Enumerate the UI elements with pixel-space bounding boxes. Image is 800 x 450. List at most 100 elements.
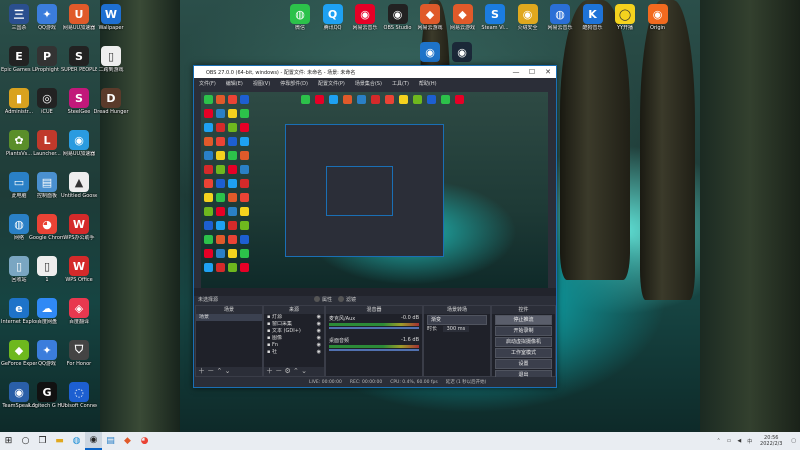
duration-input[interactable]: 300 ms: [442, 326, 470, 332]
control-button[interactable]: 停止推流: [495, 315, 552, 325]
properties-button[interactable]: 属性: [322, 296, 332, 303]
control-button[interactable]: 启动虚拟摄像机: [495, 337, 552, 347]
down-arrow-icon[interactable]: ⌄: [301, 367, 307, 375]
menu-item[interactable]: 停靠部件(D): [275, 80, 313, 87]
menu-item[interactable]: 工具(T): [387, 80, 414, 87]
desktop-icon[interactable]: ◍ 微信: [282, 4, 318, 31]
desktop-icon[interactable]: ◆ 网易云游戏: [445, 4, 481, 31]
minimize-icon[interactable]: —: [508, 68, 524, 76]
control-button[interactable]: 开始录制: [495, 326, 552, 336]
desktop-icon[interactable]: W WPS办公助手: [61, 214, 97, 241]
notification-icon[interactable]: ▢: [791, 438, 796, 444]
maximize-icon[interactable]: ☐: [524, 68, 540, 76]
visibility-eye-icon[interactable]: ◉: [317, 314, 324, 321]
ime-icon[interactable]: 中: [747, 438, 752, 445]
source-item[interactable]: ▪ 图像 ◉: [264, 335, 324, 342]
desktop-icon[interactable]: SSUPER PEOPLE CBT: [61, 46, 97, 73]
desktop-icon[interactable]: W Wallpaper: [93, 4, 129, 31]
menu-item[interactable]: 编辑(E): [221, 80, 248, 87]
desktop-icon[interactable]: S SteelGee: [61, 88, 97, 115]
close-icon[interactable]: ✕: [540, 68, 556, 76]
desktop-icon[interactable]: ⛉ For Honor: [61, 340, 97, 367]
desktop-icon[interactable]: L Launcher...: [29, 130, 65, 157]
source-item[interactable]: ▪ 灯源 ◉: [264, 314, 324, 321]
desktop-icon[interactable]: ☁ 百度网盘: [29, 298, 65, 325]
source-item[interactable]: ▪ 窗口采集 ◉: [264, 321, 324, 328]
up-arrow-icon[interactable]: ⌃: [293, 367, 299, 375]
desktop-icon[interactable]: ▯ 1: [29, 256, 65, 283]
control-button[interactable]: 设置: [495, 359, 552, 369]
task-view-icon[interactable]: ❐: [34, 432, 51, 450]
desktop-icon[interactable]: ◯ YY开播: [607, 4, 643, 31]
remove-icon[interactable]: －: [275, 367, 282, 375]
desktop-icon[interactable]: D Dread Hunger: [93, 88, 129, 115]
edge-icon[interactable]: ◍: [68, 432, 85, 450]
desktop-icon[interactable]: G Logitech G HUB: [29, 382, 65, 409]
search-icon[interactable]: ○: [17, 432, 34, 450]
remove-icon[interactable]: －: [207, 367, 214, 375]
clock[interactable]: 20:56 2022/2/3: [755, 435, 787, 447]
desktop-icon[interactable]: Q 腾讯QQ: [315, 4, 351, 31]
desktop-icon[interactable]: ◉ 火绒安全: [510, 4, 546, 31]
add-icon[interactable]: ＋: [198, 367, 205, 375]
file-icon[interactable]: ▤: [102, 432, 119, 450]
desktop-icon[interactable]: ◉ 网易UU加速器: [61, 130, 97, 157]
filters-button[interactable]: 滤镜: [346, 296, 356, 303]
desktop-icon[interactable]: ◉: [444, 42, 480, 63]
desktop-icon[interactable]: ◈ 百度翻译: [61, 298, 97, 325]
desktop-icon[interactable]: ◍ 网易云音乐: [542, 4, 578, 31]
scene-item[interactable]: 场景: [196, 314, 262, 321]
file-explorer-icon[interactable]: ▬: [51, 432, 68, 450]
desktop-icon[interactable]: S Steam Vi...: [477, 4, 513, 31]
visibility-eye-icon[interactable]: ◉: [317, 349, 324, 356]
visibility-eye-icon[interactable]: ◉: [317, 335, 324, 342]
obs-taskbar-icon[interactable]: ◉: [85, 432, 102, 450]
desktop-icon[interactable]: U 网易UU加速器: [61, 4, 97, 31]
visibility-eye-icon[interactable]: ◉: [317, 321, 324, 328]
obs-preview[interactable]: [201, 92, 548, 288]
visibility-eye-icon[interactable]: ◉: [317, 328, 324, 335]
filter-icon[interactable]: [338, 296, 345, 302]
transition-select[interactable]: 渐变: [427, 315, 487, 325]
desktop-icon[interactable]: ◕ Google Chrome: [29, 214, 65, 241]
gear-icon[interactable]: [314, 296, 320, 302]
gear-icon[interactable]: ⚙: [284, 367, 290, 375]
game-icon[interactable]: ◆: [119, 432, 136, 450]
up-arrow-icon[interactable]: ⌃: [216, 367, 222, 375]
desktop-icon[interactable]: ✦ QQ游戏: [29, 340, 65, 367]
down-arrow-icon[interactable]: ⌄: [225, 367, 231, 375]
desktop-icon[interactable]: ◉ Origin: [640, 4, 676, 31]
menu-item[interactable]: 帮助(H): [414, 80, 442, 87]
menu-item[interactable]: 场景集合(S): [350, 80, 387, 87]
desktop-icon[interactable]: K 酷狗音乐: [575, 4, 611, 31]
desktop-icon[interactable]: W WPS Office: [61, 256, 97, 283]
source-item[interactable]: ▪ 社 ◉: [264, 349, 324, 356]
source-item[interactable]: ▪ 文本 (GDI+) ◉: [264, 328, 324, 335]
menu-item[interactable]: 文件(F): [194, 80, 221, 87]
menu-item[interactable]: 配置文件(P): [313, 80, 350, 87]
desktop-icon[interactable]: ◉ 网易云音乐: [347, 4, 383, 31]
desktop-icon[interactable]: ◆ 网易云游戏: [412, 4, 448, 31]
desktop-icon[interactable]: ▯ 二跨到游戏: [93, 46, 129, 73]
add-icon[interactable]: ＋: [266, 367, 273, 375]
menu-item[interactable]: 视图(V): [248, 80, 275, 87]
volume-slider[interactable]: [329, 349, 419, 351]
source-item[interactable]: ▪ Fn ◉: [264, 342, 324, 349]
control-button[interactable]: 工作室模式: [495, 348, 552, 358]
visibility-eye-icon[interactable]: ◉: [317, 342, 324, 349]
volume-slider[interactable]: [329, 327, 419, 329]
obs-window[interactable]: OBS 27.0.0 (64-bit, windows) - 配置文件: 未命名…: [193, 65, 557, 388]
chrome-icon[interactable]: ◕: [136, 432, 153, 450]
desktop-icon[interactable]: ▤ 控制面板: [29, 172, 65, 199]
desktop-icon[interactable]: P Prophight: [29, 46, 65, 73]
network-icon[interactable]: ▭: [727, 438, 732, 444]
desktop-icon[interactable]: ✦ QQ游戏: [29, 4, 65, 31]
desktop-icon[interactable]: ▲Untitled Goose...: [61, 172, 97, 199]
volume-icon[interactable]: ◀: [737, 438, 741, 444]
desktop-icon[interactable]: ◉ OBS Studio: [380, 4, 416, 31]
windows-start-icon[interactable]: ⊞: [0, 432, 17, 450]
tray-arrow-icon[interactable]: ⌃: [716, 438, 720, 444]
desktop-icon[interactable]: ◌ Ubisoft Connect: [61, 382, 97, 409]
obs-title-bar[interactable]: OBS 27.0.0 (64-bit, windows) - 配置文件: 未命名…: [194, 66, 556, 78]
desktop-icon[interactable]: ◉: [412, 42, 448, 63]
